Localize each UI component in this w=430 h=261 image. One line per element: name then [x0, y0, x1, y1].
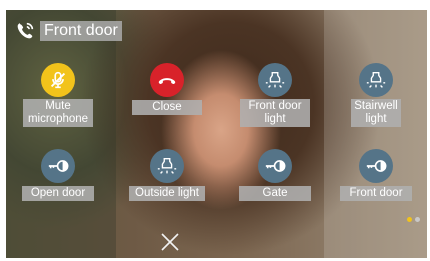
- mute-microphone-label: Mute microphone: [23, 99, 93, 127]
- front-door-button[interactable]: Front door: [334, 149, 418, 201]
- open-door-label: Open door: [22, 186, 94, 201]
- left-overlay-panel: [6, 10, 116, 258]
- stairwell-light-button[interactable]: Stairwell light: [334, 63, 418, 127]
- close-circle: [150, 63, 184, 97]
- key-lock-icon: [366, 160, 387, 172]
- intercom-screen: Front door Mute microphone Close Front d…: [6, 10, 427, 258]
- microphone-muted-icon: [50, 71, 66, 89]
- gate-label: Gate: [239, 186, 311, 201]
- gate-circle: [258, 149, 292, 183]
- light-bulb-icon: [366, 71, 386, 88]
- front-door-label: Front door: [340, 186, 412, 201]
- outside-light-button[interactable]: Outside light: [125, 149, 209, 201]
- stairwell-light-circle: [359, 63, 393, 97]
- gate-button[interactable]: Gate: [233, 149, 317, 201]
- key-lock-icon: [265, 160, 286, 172]
- page-dot-active[interactable]: [407, 217, 412, 222]
- mute-circle: [41, 63, 75, 97]
- outside-light-circle: [150, 149, 184, 183]
- front-door-light-label: Front door light: [240, 99, 310, 127]
- front-light-circle: [258, 63, 292, 97]
- front-door-circle: [359, 149, 393, 183]
- front-door-light-button[interactable]: Front door light: [233, 63, 317, 127]
- call-header: Front door: [14, 20, 122, 42]
- mute-microphone-button[interactable]: Mute microphone: [16, 63, 100, 127]
- open-door-button[interactable]: Open door: [16, 149, 100, 201]
- stairwell-light-label: Stairwell light: [351, 99, 401, 127]
- light-bulb-icon: [157, 157, 177, 174]
- close-label: Close: [132, 100, 202, 115]
- close-call-button[interactable]: Close: [125, 63, 209, 115]
- close-x-icon[interactable]: [160, 232, 180, 252]
- page-title: Front door: [40, 21, 122, 41]
- open-door-circle: [41, 149, 75, 183]
- outside-light-label: Outside light: [129, 186, 205, 201]
- key-lock-icon: [48, 160, 69, 172]
- page-dot[interactable]: [415, 217, 420, 222]
- hang-up-icon: [158, 78, 176, 85]
- light-bulb-icon: [265, 71, 285, 88]
- page-indicator: [407, 217, 420, 222]
- phone-call-icon: [17, 22, 34, 39]
